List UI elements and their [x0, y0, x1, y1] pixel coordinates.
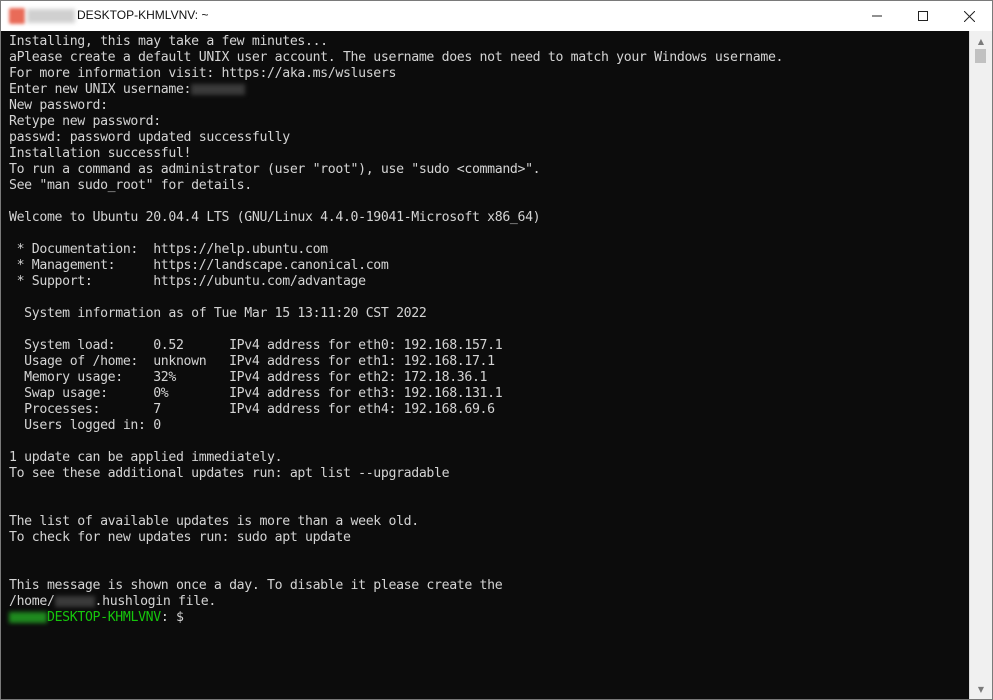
- hushlogin-line: /home/ .hushlogin file.: [9, 594, 216, 610]
- maximize-button[interactable]: [900, 1, 946, 31]
- terminal-line: To check for new updates run: sudo apt u…: [9, 530, 351, 545]
- terminal-line: See "man sudo_root" for details.: [9, 178, 252, 193]
- terminal-line: Retype new password:: [9, 114, 161, 129]
- terminal-line: Installation successful!: [9, 146, 192, 161]
- terminal-line: For more information visit: https://aka.…: [9, 66, 397, 81]
- terminal-line: Processes: 7 IPv4 address for eth4: 192.…: [9, 402, 495, 417]
- terminal-line: This message is shown once a day. To dis…: [9, 578, 503, 593]
- maximize-icon: [918, 11, 928, 21]
- redacted-username: [9, 611, 47, 623]
- terminal-line: Installing, this may take a few minutes.…: [9, 34, 328, 49]
- terminal-line: Enter new UNIX username:: [9, 82, 246, 98]
- scroll-down-arrow-icon[interactable]: ▼: [970, 681, 992, 697]
- terminal-line: 1 update can be applied immediately.: [9, 450, 283, 465]
- shell-prompt[interactable]: DESKTOP-KHMLVNV: $: [9, 610, 191, 626]
- terminal-line: System load: 0.52 IPv4 address for eth0:…: [9, 338, 503, 353]
- prompt-path: [168, 610, 176, 625]
- terminal-line: aPlease create a default UNIX user accou…: [9, 50, 784, 65]
- window-title: DESKTOP-KHMLVNV: ~: [77, 8, 209, 22]
- terminal-line: To run a command as administrator (user …: [9, 162, 541, 177]
- terminal-line: passwd: password updated successfully: [9, 130, 290, 145]
- terminal-line: The list of available updates is more th…: [9, 514, 419, 529]
- minimize-button[interactable]: [854, 1, 900, 31]
- title-bar[interactable]: DESKTOP-KHMLVNV: ~: [1, 1, 992, 31]
- redacted-username: [54, 595, 95, 607]
- close-icon: [963, 10, 975, 22]
- terminal-line: * Support: https://ubuntu.com/advantage: [9, 274, 366, 289]
- terminal-line: Swap usage: 0% IPv4 address for eth3: 19…: [9, 386, 503, 401]
- terminal-line: To see these additional updates run: apt…: [9, 466, 450, 481]
- redacted-username: [27, 9, 75, 23]
- terminal-line: New password:: [9, 98, 108, 113]
- terminal-line: Welcome to Ubuntu 20.04.4 LTS (GNU/Linux…: [9, 210, 541, 225]
- terminal-line: Usage of /home: unknown IPv4 address for…: [9, 354, 495, 369]
- terminal-line: * Management: https://landscape.canonica…: [9, 258, 389, 273]
- terminal-output[interactable]: Installing, this may take a few minutes.…: [1, 31, 969, 699]
- redacted-username: [191, 83, 246, 95]
- scroll-up-arrow-icon[interactable]: ▲: [970, 33, 992, 49]
- hushlogin-prefix: /home/: [9, 594, 55, 609]
- terminal-line: Memory usage: 32% IPv4 address for eth2:…: [9, 370, 488, 385]
- terminal-window: DESKTOP-KHMLVNV: ~ Installing, this may …: [0, 0, 993, 700]
- scroll-thumb[interactable]: [975, 49, 986, 63]
- prompt-symbol: $: [176, 610, 192, 625]
- close-button[interactable]: [946, 1, 992, 31]
- terminal-line: System information as of Tue Mar 15 13:1…: [9, 306, 427, 321]
- window-controls: [854, 1, 992, 31]
- minimize-icon: [872, 15, 882, 17]
- terminal-line: * Documentation: https://help.ubuntu.com: [9, 242, 329, 257]
- hushlogin-suffix: .hushlogin file.: [94, 594, 217, 609]
- vertical-scrollbar[interactable]: ▲ ▼: [969, 31, 992, 699]
- prompt-host: DESKTOP-KHMLVNV: [47, 610, 161, 625]
- app-icon: [9, 8, 25, 24]
- terminal-line: Users logged in: 0: [9, 418, 161, 433]
